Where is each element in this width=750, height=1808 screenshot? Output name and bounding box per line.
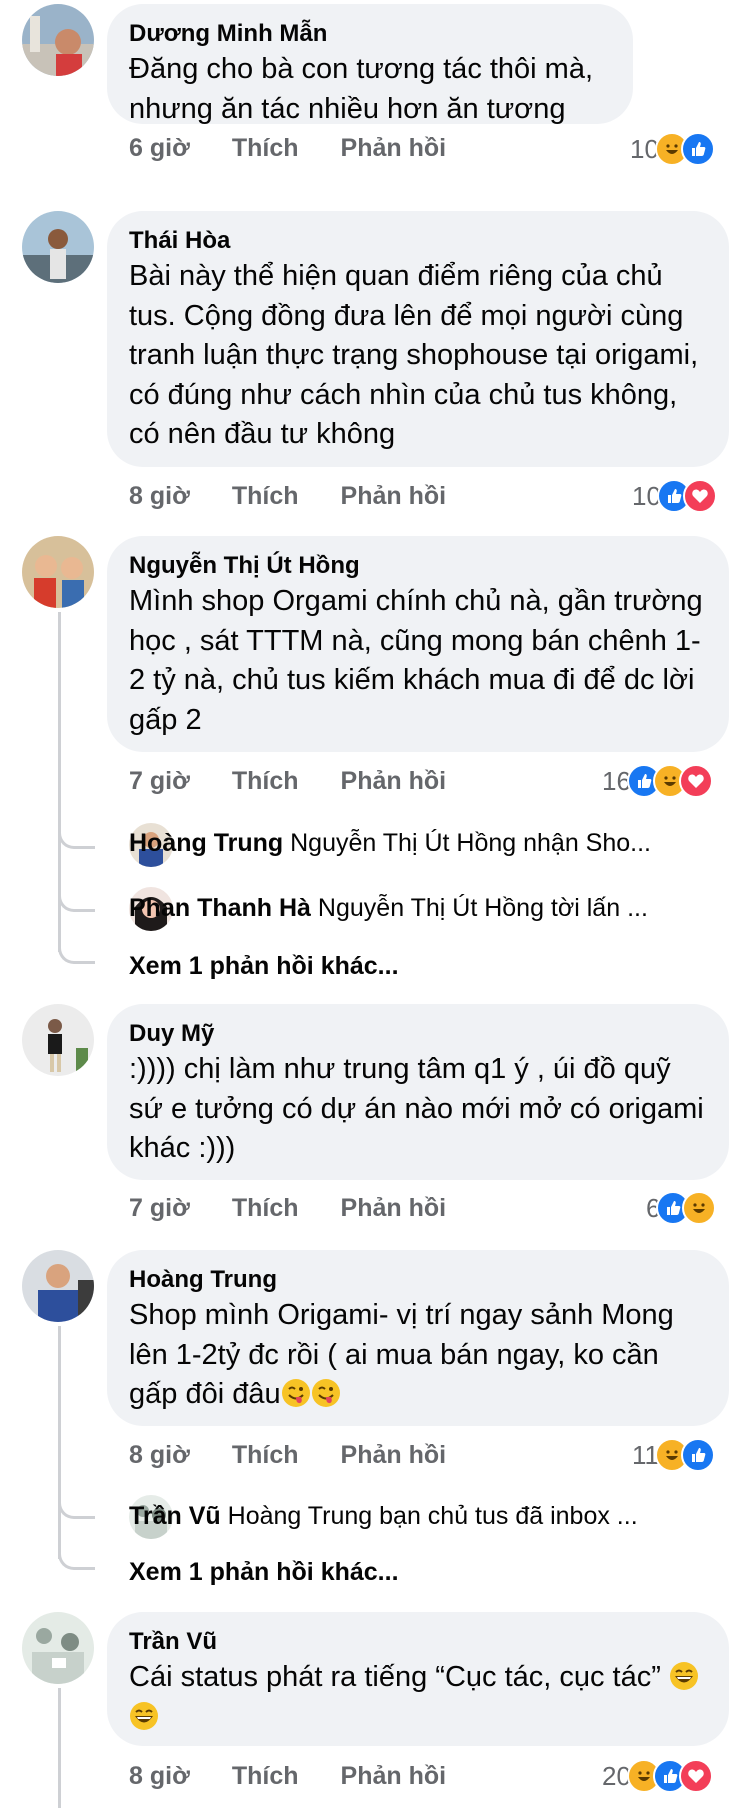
avatar[interactable] bbox=[22, 536, 94, 608]
reply-preview[interactable]: Trần Vũ Hoàng Trung bạn chủ tus đã inbox… bbox=[129, 1502, 638, 1531]
comment-author[interactable]: Hoàng Trung bbox=[129, 1264, 707, 1296]
reply-button[interactable]: Phản hồi bbox=[341, 1194, 447, 1223]
thread-connector bbox=[58, 1549, 95, 1570]
thread-line bbox=[58, 1326, 61, 1559]
love-icon bbox=[678, 1759, 713, 1793]
comment-bubble: Dương Minh Mẫn Đăng cho bà con tương tác… bbox=[107, 4, 633, 125]
like-button[interactable]: Thích bbox=[232, 482, 299, 511]
comment-time[interactable]: 7 giờ bbox=[129, 1194, 190, 1223]
like-button[interactable]: Thích bbox=[232, 1762, 299, 1791]
reply-button[interactable]: Phản hồi bbox=[341, 482, 447, 511]
comment-actions: 8 giờ Thích Phản hồi bbox=[129, 482, 488, 511]
love-icon bbox=[682, 479, 717, 513]
comment-text: Bài này thể hiện quan điểm riêng của chủ… bbox=[129, 260, 699, 450]
comment-author[interactable]: Thái Hòa bbox=[129, 225, 707, 257]
comment-bubble: Nguyễn Thị Út Hồng Mình shop Orgami chín… bbox=[107, 536, 729, 752]
reply-text: Nguyễn Thị Út Hồng tời lấn ... bbox=[317, 894, 648, 922]
comment-text: Đăng cho bà con tương tác thôi mà, nhưng… bbox=[129, 53, 594, 125]
avatar[interactable] bbox=[22, 1612, 94, 1684]
avatar[interactable] bbox=[22, 1250, 94, 1322]
reply-button[interactable]: Phản hồi bbox=[341, 1441, 447, 1470]
comment-text-body: Cái status phát ra tiếng “Cục tác, cục t… bbox=[129, 1661, 661, 1693]
comment-bubble: Trần Vũ Cái status phát ra tiếng “Cục tá… bbox=[107, 1612, 729, 1746]
reply-button[interactable]: Phản hồi bbox=[341, 1762, 447, 1791]
reply-author[interactable]: Trần Vũ bbox=[129, 1502, 221, 1530]
comment-author[interactable]: Trần Vũ bbox=[129, 1626, 707, 1658]
winking-tongue-emoji-icon bbox=[281, 1379, 310, 1407]
comment-time[interactable]: 6 giờ bbox=[129, 134, 190, 163]
reply-button[interactable]: Phản hồi bbox=[341, 767, 447, 796]
winking-tongue-emoji-icon bbox=[311, 1379, 340, 1407]
reaction-summary[interactable]: 20 bbox=[602, 1759, 713, 1793]
like-icon bbox=[680, 132, 715, 166]
reply-author[interactable]: Phan Thanh Hà bbox=[129, 894, 311, 922]
avatar[interactable] bbox=[22, 1004, 94, 1076]
reaction-summary[interactable]: 10 bbox=[630, 132, 715, 166]
reaction-summary[interactable]: 6 bbox=[646, 1191, 717, 1225]
haha-icon bbox=[682, 1191, 717, 1225]
reaction-summary[interactable]: 11 bbox=[632, 1438, 715, 1472]
thread-connector bbox=[58, 943, 95, 964]
like-button[interactable]: Thích bbox=[232, 1194, 299, 1223]
thread-connector bbox=[58, 891, 95, 912]
comment-text: :)))) chị làm như trung tâm q1 ý , úi đồ… bbox=[129, 1053, 704, 1164]
comment-actions: 8 giờ Thích Phản hồi bbox=[129, 1762, 488, 1791]
comment-time[interactable]: 8 giờ bbox=[129, 482, 190, 511]
comment-author[interactable]: Nguyễn Thị Út Hồng bbox=[129, 550, 707, 582]
reaction-summary[interactable]: 10 bbox=[632, 479, 717, 513]
reply-preview[interactable]: Hoàng Trung Nguyễn Thị Út Hồng nhận Sho.… bbox=[129, 829, 651, 858]
comment-bubble: Hoàng Trung Shop mình Origami- vị trí ng… bbox=[107, 1250, 729, 1426]
comment-actions: 7 giờ Thích Phản hồi bbox=[129, 1194, 488, 1223]
reply-preview[interactable]: Phan Thanh Hà Nguyễn Thị Út Hồng tời lấn… bbox=[129, 894, 648, 923]
comment-time[interactable]: 8 giờ bbox=[129, 1441, 190, 1470]
like-icon bbox=[681, 1438, 715, 1472]
reply-author[interactable]: Hoàng Trung bbox=[129, 829, 283, 857]
avatar[interactable] bbox=[22, 4, 94, 76]
grinning-emoji-icon bbox=[669, 1662, 698, 1690]
reply-text: Nguyễn Thị Út Hồng nhận Sho... bbox=[290, 829, 651, 857]
comment-actions: 6 giờ Thích Phản hồi bbox=[129, 134, 488, 163]
reply-button[interactable]: Phản hồi bbox=[341, 134, 447, 163]
view-more-replies[interactable]: Xem 1 phản hồi khác... bbox=[129, 1558, 399, 1587]
comment-author[interactable]: Dương Minh Mẫn bbox=[129, 18, 611, 50]
thread-connector bbox=[58, 828, 95, 849]
comment-actions: 8 giờ Thích Phản hồi bbox=[129, 1441, 488, 1470]
thread-line bbox=[58, 1688, 61, 1808]
like-button[interactable]: Thích bbox=[232, 134, 299, 163]
view-more-replies[interactable]: Xem 1 phản hồi khác... bbox=[129, 952, 399, 981]
grinning-emoji-icon bbox=[130, 1701, 158, 1730]
thread-connector bbox=[58, 1498, 95, 1519]
comment-text-body: Shop mình Origami- vị trí ngay sảnh Mong… bbox=[129, 1299, 674, 1410]
like-button[interactable]: Thích bbox=[232, 767, 299, 796]
comment-time[interactable]: 8 giờ bbox=[129, 1762, 190, 1791]
comment-time[interactable]: 7 giờ bbox=[129, 767, 190, 796]
comment-text: Shop mình Origami- vị trí ngay sảnh Mong… bbox=[129, 1296, 707, 1415]
like-button[interactable]: Thích bbox=[232, 1441, 299, 1470]
love-icon bbox=[678, 764, 713, 798]
comment-text: Mình shop Orgami chính chủ nà, gần trườn… bbox=[129, 585, 703, 736]
comment-bubble: Duy Mỹ :)))) chị làm như trung tâm q1 ý … bbox=[107, 1004, 729, 1180]
avatar[interactable] bbox=[22, 211, 94, 283]
comment-actions: 7 giờ Thích Phản hồi bbox=[129, 767, 488, 796]
reaction-summary[interactable]: 16 bbox=[602, 764, 713, 798]
reply-text: Hoàng Trung bạn chủ tus đã inbox ... bbox=[227, 1502, 638, 1530]
comment-author[interactable]: Duy Mỹ bbox=[129, 1018, 707, 1050]
comment-bubble: Thái Hòa Bài này thể hiện quan điểm riên… bbox=[107, 211, 729, 467]
comment-text: Cái status phát ra tiếng “Cục tác, cục t… bbox=[129, 1658, 707, 1737]
